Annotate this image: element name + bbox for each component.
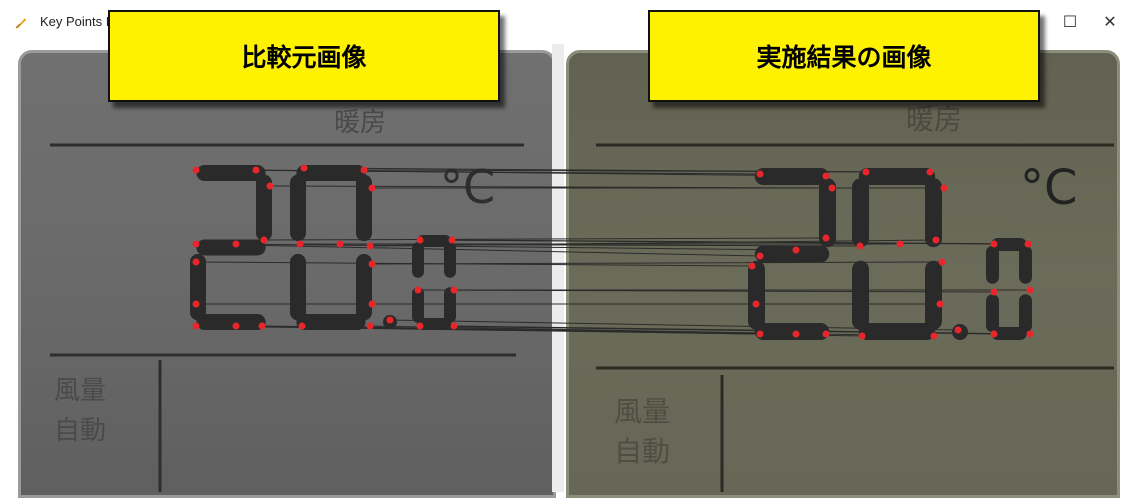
- right-keypoint: [990, 330, 998, 338]
- right-keypoint: [1026, 286, 1034, 294]
- right-keypoint: [1024, 240, 1032, 248]
- right-keypoint: [954, 326, 962, 334]
- right-digit-3-seg-c: [1019, 294, 1032, 333]
- result-image-banner: 実施結果の画像: [648, 10, 1040, 102]
- left-keypoint: [232, 240, 240, 248]
- right-digit-2-seg-e: [852, 260, 869, 330]
- left-keypoint: [368, 260, 376, 268]
- right-temperature-digits: [748, 168, 1032, 340]
- left-digit-2-seg-b: [356, 174, 372, 242]
- right-digit-3-seg-b: [1019, 245, 1032, 284]
- left-keypoint: [450, 322, 458, 330]
- right-keypoint: [940, 184, 948, 192]
- left-keypoint: [416, 236, 424, 244]
- left-digit-1-seg-d: [196, 314, 266, 330]
- right-keypoint: [756, 252, 764, 260]
- right-keypoint: [828, 184, 836, 192]
- right-keypoint: [938, 258, 946, 266]
- left-keypoint: [360, 166, 368, 174]
- right-digit-2-seg-a: [858, 168, 936, 185]
- right-digit-2-seg-c: [925, 260, 942, 330]
- left-keypoint: [366, 242, 374, 250]
- left-keypoint: [448, 236, 456, 244]
- left-keypoint: [416, 322, 424, 330]
- right-digit-2-seg-b: [925, 178, 942, 248]
- left-keypoint: [336, 240, 344, 248]
- left-keypoint: [298, 322, 306, 330]
- right-digit-2-seg-f: [852, 178, 869, 248]
- left-keypoint: [368, 300, 376, 308]
- right-digit-1-seg-a: [754, 168, 830, 185]
- right-digit-3-seg-f: [986, 245, 999, 284]
- left-digit-2-seg-e: [290, 253, 306, 321]
- left-keypoint: [368, 184, 376, 192]
- right-keypoint: [936, 300, 944, 308]
- right-keypoint: [990, 240, 998, 248]
- left-keypoint: [192, 166, 200, 174]
- left-keypoint: [192, 300, 200, 308]
- right-keypoint: [822, 172, 830, 180]
- left-digit-3-seg-b: [444, 242, 456, 278]
- right-keypoint: [822, 330, 830, 338]
- right-keypoint: [792, 330, 800, 338]
- left-keypoint: [232, 322, 240, 330]
- keypoint-match-lines: [195, 167, 1031, 337]
- left-keypoint: [260, 236, 268, 244]
- left-temperature-digits: [190, 165, 456, 330]
- right-digit-1-seg-g: [754, 245, 830, 263]
- left-keypoint: [414, 286, 422, 294]
- left-keypoint: [296, 240, 304, 248]
- left-keypoint: [386, 316, 394, 324]
- right-keypoint: [792, 246, 800, 254]
- left-keypoint: [450, 286, 458, 294]
- right-keypoint: [752, 300, 760, 308]
- right-keypoint: [858, 332, 866, 340]
- right-keypoint: [990, 288, 998, 296]
- left-digit-2-seg-f: [290, 174, 306, 242]
- right-digit-3-seg-e: [986, 294, 999, 333]
- right-keypoint: [932, 236, 940, 244]
- left-digit-3-seg-f: [412, 242, 424, 278]
- left-keypoint: [366, 322, 374, 330]
- right-keypoint: [756, 170, 764, 178]
- left-digit-1-seg-g: [196, 239, 266, 256]
- left-keypoint: [258, 322, 266, 330]
- right-digit-1-seg-e: [748, 260, 765, 330]
- right-keypoint: [748, 262, 756, 270]
- left-keypoint: [192, 258, 200, 266]
- left-keypoint: [192, 322, 200, 330]
- match-line: [263, 237, 827, 241]
- right-keypoint: [930, 332, 938, 340]
- left-keypoint: [192, 240, 200, 248]
- left-keypoint: [300, 164, 308, 172]
- right-keypoint: [862, 168, 870, 176]
- right-keypoint: [856, 242, 864, 250]
- right-keypoint: [1026, 330, 1034, 338]
- left-keypoint: [266, 182, 274, 190]
- right-keypoint: [822, 234, 830, 242]
- left-keypoint: [252, 166, 260, 174]
- reference-image-banner: 比較元画像: [108, 10, 500, 102]
- right-keypoint: [896, 240, 904, 248]
- keypoint-markers: [192, 164, 1034, 340]
- right-keypoint: [756, 330, 764, 338]
- right-keypoint: [926, 168, 934, 176]
